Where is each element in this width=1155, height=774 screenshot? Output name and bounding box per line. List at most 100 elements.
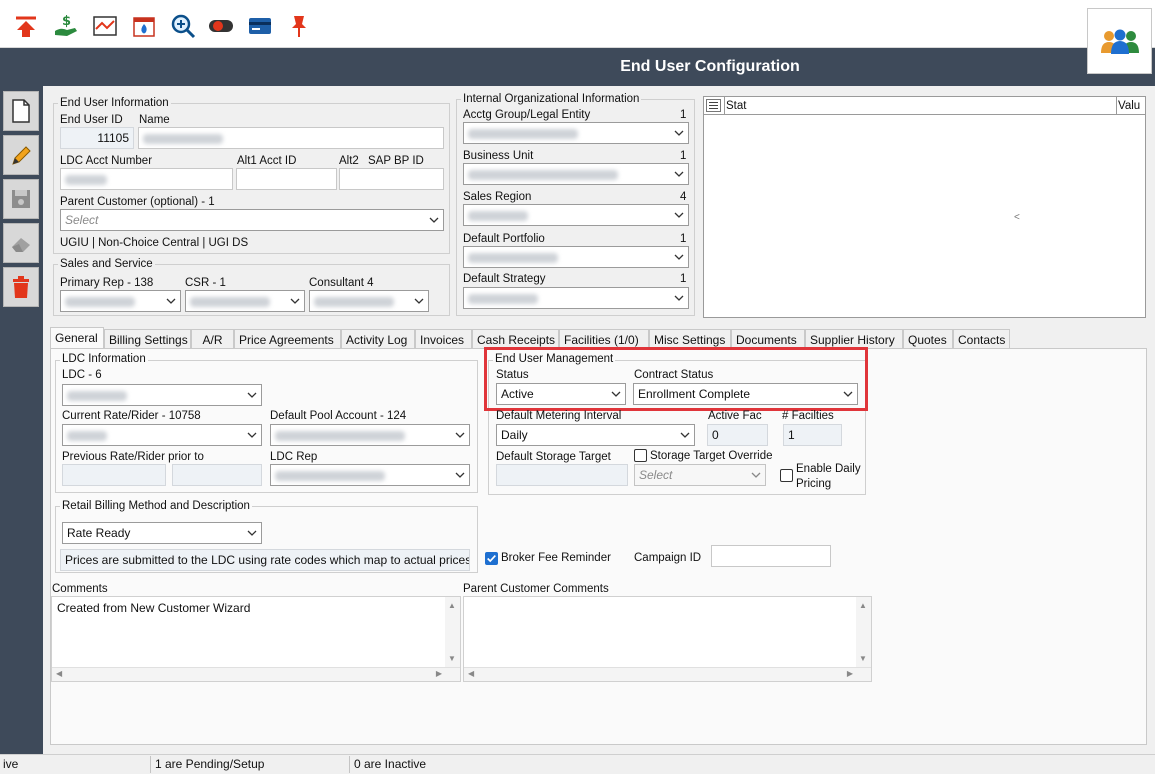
primary-rep-label: Primary Rep - 138 (60, 277, 154, 289)
sales-region-select[interactable] (463, 204, 689, 226)
ldc-acct-field[interactable] (60, 168, 233, 190)
num-facilities-label: # Facilties (782, 410, 834, 422)
current-rate-label: Current Rate/Rider - 10758 (62, 410, 201, 422)
storage-override-select[interactable]: Select (634, 464, 766, 486)
ldc-label: LDC - 6 (62, 369, 102, 381)
csr-select[interactable] (185, 290, 305, 312)
daily-pricing-checkbox[interactable] (780, 469, 793, 482)
tab-documents[interactable]: Documents (731, 329, 805, 349)
retail-billing-select[interactable]: Rate Ready (62, 522, 262, 544)
zoom-in-icon[interactable] (170, 12, 196, 40)
users-button[interactable] (1087, 8, 1152, 74)
storage-target-field[interactable] (496, 464, 628, 486)
parent-comments-textarea[interactable]: ▲ ▼ ◀ ▶ (463, 596, 872, 682)
comments-textarea[interactable]: Created from New Customer Wizard ▲ ▼ ◀ ▶ (51, 596, 461, 682)
stat-column-header[interactable]: Stat (726, 100, 746, 112)
trash-icon (13, 276, 29, 298)
business-unit-count: 1 (680, 150, 687, 162)
money-hand-icon[interactable]: $ (53, 12, 79, 40)
credit-card-icon[interactable] (247, 12, 273, 40)
new-button[interactable] (3, 91, 39, 131)
save-button[interactable] (3, 179, 39, 219)
chevron-down-icon (455, 472, 465, 478)
ldc-rep-select[interactable] (270, 464, 470, 486)
chevron-down-icon (674, 254, 684, 260)
daily-pricing-label-2: Pricing (796, 478, 832, 490)
campaign-id-field[interactable] (711, 545, 831, 567)
current-rate-select[interactable] (62, 424, 262, 446)
ldc-select[interactable] (62, 384, 262, 406)
consultant-select[interactable] (309, 290, 429, 312)
storage-override-checkbox[interactable] (634, 449, 647, 462)
name-label: Name (139, 114, 170, 126)
chevron-down-icon (414, 298, 424, 304)
sap-bp-field[interactable] (339, 168, 444, 190)
tab-contacts[interactable]: Contacts (953, 329, 1010, 349)
tab-misc-settings[interactable]: Misc Settings (649, 329, 731, 349)
comments-scrollbar-h[interactable]: ◀ ▶ (52, 667, 460, 681)
tab-billing-settings[interactable]: Billing Settings (104, 329, 191, 349)
previous-rate-field[interactable] (62, 464, 166, 486)
broker-fee-label: Broker Fee Reminder (501, 552, 611, 564)
parent-comments-scrollbar-h[interactable]: ◀ ▶ (464, 667, 871, 681)
tab-facilities[interactable]: Facilities (1/0) (559, 329, 649, 349)
customer-tags: UGIU | Non-Choice Central | UGI DS (60, 237, 249, 249)
status-pending-count: 1 are Pending/Setup (155, 757, 265, 771)
metering-interval-select[interactable]: Daily (496, 424, 695, 446)
delete-button[interactable] (3, 267, 39, 307)
sales-service-legend: Sales and Service (58, 258, 155, 270)
tab-ar[interactable]: A/R (191, 329, 234, 349)
stat-grid[interactable] (703, 96, 1146, 318)
grid-marker: < (1014, 212, 1020, 223)
tab-activity-log[interactable]: Activity Log (341, 329, 415, 349)
clear-button[interactable] (3, 223, 39, 263)
parent-customer-label: Parent Customer (optional) - 1 (60, 196, 215, 208)
alt2-label: Alt2 (339, 155, 359, 167)
pin-icon[interactable] (286, 12, 312, 40)
active-fac-field[interactable]: 0 (707, 424, 768, 446)
default-pool-select[interactable] (270, 424, 470, 446)
parent-comments-label: Parent Customer Comments (463, 583, 609, 595)
floppy-disk-icon (12, 190, 30, 208)
parent-customer-select[interactable]: Select (60, 209, 444, 231)
default-portfolio-label: Default Portfolio (463, 233, 545, 245)
tab-cash-receipts[interactable]: Cash Receipts (472, 329, 559, 349)
csr-label: CSR - 1 (185, 277, 226, 289)
default-strategy-select[interactable] (463, 287, 689, 309)
internal-org-legend: Internal Organizational Information (461, 93, 642, 105)
line-chart-icon[interactable] (92, 12, 118, 40)
status-divider (349, 756, 350, 773)
chevron-down-icon (247, 392, 257, 398)
toggle-icon[interactable] (208, 12, 234, 40)
edit-button[interactable] (3, 135, 39, 175)
chevron-down-icon (247, 432, 257, 438)
svg-text:$: $ (62, 14, 71, 29)
tab-general[interactable]: General (50, 327, 104, 350)
default-portfolio-select[interactable] (463, 246, 689, 268)
grid-select-all[interactable] (706, 99, 721, 112)
name-field[interactable] (138, 127, 444, 149)
eraser-icon (12, 238, 30, 252)
metering-interval-label: Default Metering Interval (496, 410, 622, 422)
comments-text: Created from New Customer Wizard (57, 601, 251, 615)
end-user-id-label: End User ID (60, 114, 123, 126)
tab-supplier-history[interactable]: Supplier History (805, 329, 903, 349)
value-column-header[interactable]: Valu (1118, 100, 1140, 112)
broker-fee-checkbox[interactable] (485, 552, 498, 565)
chevron-down-icon (674, 130, 684, 136)
num-facilities-field[interactable]: 1 (783, 424, 842, 446)
acctg-group-select[interactable] (463, 122, 689, 144)
primary-rep-select[interactable] (60, 290, 181, 312)
alt1-field[interactable] (236, 168, 337, 190)
retail-billing-description: Prices are submitted to the LDC using ra… (60, 549, 470, 571)
tab-price-agreements[interactable]: Price Agreements (234, 329, 341, 349)
tab-quotes[interactable]: Quotes (903, 329, 953, 349)
previous-rate-date-field[interactable] (172, 464, 262, 486)
parent-comments-scrollbar-v[interactable]: ▲ ▼ (856, 597, 871, 667)
tab-invoices[interactable]: Invoices (415, 329, 472, 349)
upload-arrow-icon[interactable] (13, 12, 39, 40)
comments-scrollbar-v[interactable]: ▲ ▼ (445, 597, 460, 667)
end-user-id-field[interactable]: 11105 (60, 127, 134, 149)
calendar-flame-icon[interactable] (131, 12, 157, 40)
business-unit-select[interactable] (463, 163, 689, 185)
